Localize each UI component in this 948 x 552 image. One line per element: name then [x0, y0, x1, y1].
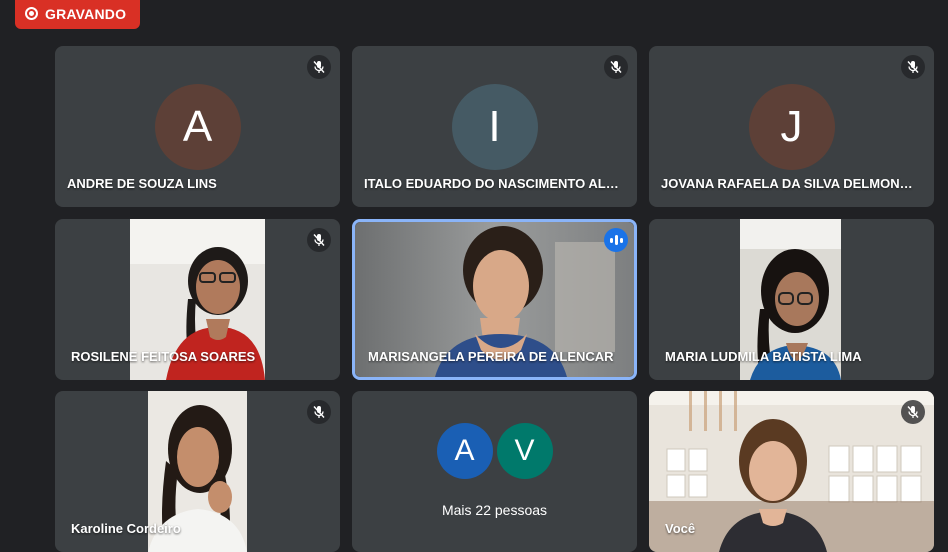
- mic-off-icon: [604, 55, 628, 79]
- mic-off-icon: [307, 400, 331, 424]
- participant-tile-maria-ludmila[interactable]: MARIA LUDMILA BATISTA LIMA: [649, 219, 934, 380]
- participant-tile-italo[interactable]: I ITALO EDUARDO DO NASCIMENTO ALMEIDA: [352, 46, 637, 207]
- avatar: J: [748, 84, 835, 170]
- speaking-indicator-icon: [604, 228, 628, 252]
- recording-badge: GRAVANDO: [15, 0, 140, 29]
- mic-off-icon: [307, 228, 331, 252]
- avatar: A: [436, 423, 493, 479]
- more-participants-tile[interactable]: A V Mais 22 pessoas: [352, 391, 637, 552]
- participant-name: Você: [665, 521, 696, 536]
- more-participants-label: Mais 22 pessoas: [441, 502, 548, 518]
- avatar: V: [496, 423, 553, 479]
- participant-name: ITALO EDUARDO DO NASCIMENTO ALMEIDA: [364, 176, 623, 191]
- more-participants-avatars: A V: [436, 423, 553, 479]
- participant-tile-karoline[interactable]: Karoline Cordeiro: [55, 391, 340, 552]
- mic-off-icon: [901, 55, 925, 79]
- mic-off-icon: [307, 55, 331, 79]
- mic-off-icon: [901, 400, 925, 424]
- participant-tile-marisangela[interactable]: MARISANGELA PEREIRA DE ALENCAR: [352, 219, 637, 380]
- participant-tile-andre[interactable]: A ANDRE DE SOUZA LINS: [55, 46, 340, 207]
- avatar: A: [154, 84, 241, 170]
- participant-tile-rosilene[interactable]: ROSILENE FEITOSA SOARES: [55, 219, 340, 380]
- participant-name: MARIA LUDMILA BATISTA LIMA: [665, 349, 862, 364]
- participant-tile-jovana[interactable]: J JOVANA RAFAELA DA SILVA DELMONDES: [649, 46, 934, 207]
- recording-label: GRAVANDO: [45, 5, 127, 22]
- participant-tile-self[interactable]: Você: [649, 391, 934, 552]
- participant-name: ANDRE DE SOUZA LINS: [67, 176, 217, 191]
- participant-name: Karoline Cordeiro: [71, 521, 181, 536]
- participant-name: MARISANGELA PEREIRA DE ALENCAR: [368, 349, 614, 364]
- avatar: I: [451, 84, 538, 170]
- participant-name: JOVANA RAFAELA DA SILVA DELMONDES: [661, 176, 920, 191]
- participant-name: ROSILENE FEITOSA SOARES: [71, 349, 256, 364]
- record-icon: [25, 7, 38, 20]
